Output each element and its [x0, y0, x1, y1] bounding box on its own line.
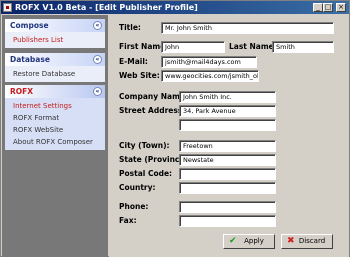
company-field[interactable]: John Smith Inc.: [179, 91, 276, 103]
apply-button[interactable]: ✔ Apply: [223, 234, 275, 249]
edit-publisher-form: Title: Mr. John Smith First Name: John L…: [109, 15, 349, 257]
website-field[interactable]: www.geocities.com/jsmith_older: [161, 70, 259, 82]
group-rofx-body: Internet Settings ROFX Format ROFX WebSi…: [5, 98, 105, 150]
city-label: City (Town):: [119, 141, 170, 150]
group-database-title: Database: [10, 55, 50, 64]
check-icon: ✔: [229, 236, 237, 246]
website-label: Web Site:: [119, 71, 160, 80]
city-field[interactable]: Freetown: [179, 140, 276, 152]
phone-field[interactable]: [179, 201, 276, 213]
last-name-field[interactable]: Smith: [272, 41, 334, 53]
group-compose-title: Compose: [10, 21, 49, 30]
street-label: Street Address:: [119, 106, 186, 115]
fax-label: Fax:: [119, 216, 137, 225]
window-title: ROFX V1.0 Beta - [Edit Publisher Profile…: [15, 3, 198, 12]
sidebar-item-publishers-list[interactable]: Publishers List: [13, 34, 105, 46]
phone-label: Phone:: [119, 202, 149, 211]
sidebar-item-restore-database[interactable]: Restore Database: [13, 68, 105, 80]
street-field-2[interactable]: [179, 119, 276, 131]
app-window: ROFX V1.0 Beta - [Edit Publisher Profile…: [0, 0, 350, 257]
discard-button[interactable]: ✖ Discard: [281, 234, 333, 249]
sidebar-item-rofx-website[interactable]: ROFX WebSite: [13, 124, 105, 136]
x-icon: ✖: [287, 236, 295, 246]
sidebar-item-about[interactable]: About ROFX Composer: [13, 136, 105, 148]
group-rofx-header[interactable]: ROFX «: [5, 85, 105, 98]
group-database-body: Restore Database: [5, 66, 105, 82]
group-compose: Compose « Publishers List: [5, 19, 105, 48]
collapse-icon[interactable]: «: [93, 21, 102, 30]
company-label: Company Name:: [119, 92, 188, 101]
group-compose-body: Publishers List: [5, 32, 105, 48]
collapse-icon[interactable]: «: [93, 87, 102, 96]
title-bar[interactable]: ROFX V1.0 Beta - [Edit Publisher Profile…: [1, 1, 349, 14]
fax-field[interactable]: [179, 215, 276, 227]
street-field-1[interactable]: 34, Park Avenue: [179, 105, 276, 117]
postal-label: Postal Code:: [119, 169, 173, 178]
maximize-button[interactable]: □: [323, 3, 333, 12]
sidebar-item-internet-settings[interactable]: Internet Settings: [13, 100, 105, 112]
email-field[interactable]: jsmith@mail4days.com: [161, 56, 257, 68]
collapse-icon[interactable]: «: [93, 55, 102, 64]
title-label: Title:: [119, 23, 141, 32]
sidebar-item-rofx-format[interactable]: ROFX Format: [13, 112, 105, 124]
last-name-label: Last Name:: [229, 42, 277, 51]
group-rofx-title: ROFX: [10, 87, 34, 96]
postal-field[interactable]: [179, 168, 276, 180]
country-label: Country:: [119, 183, 156, 192]
group-database-header[interactable]: Database «: [5, 53, 105, 66]
apply-button-label: Apply: [244, 237, 264, 245]
title-field[interactable]: Mr. John Smith: [161, 22, 334, 34]
country-field[interactable]: [179, 182, 276, 194]
state-field[interactable]: Newstate: [179, 154, 276, 166]
sidebar: Compose « Publishers List Database « Res…: [2, 15, 108, 257]
group-compose-header[interactable]: Compose «: [5, 19, 105, 32]
first-name-field[interactable]: John: [161, 41, 225, 53]
app-icon: [3, 3, 12, 12]
discard-button-label: Discard: [298, 237, 326, 245]
group-database: Database « Restore Database: [5, 53, 105, 82]
minimize-button[interactable]: _: [313, 3, 323, 12]
email-label: E-Mail:: [119, 57, 148, 66]
group-rofx: ROFX « Internet Settings ROFX Format ROF…: [5, 85, 105, 150]
close-button[interactable]: ×: [336, 3, 346, 12]
